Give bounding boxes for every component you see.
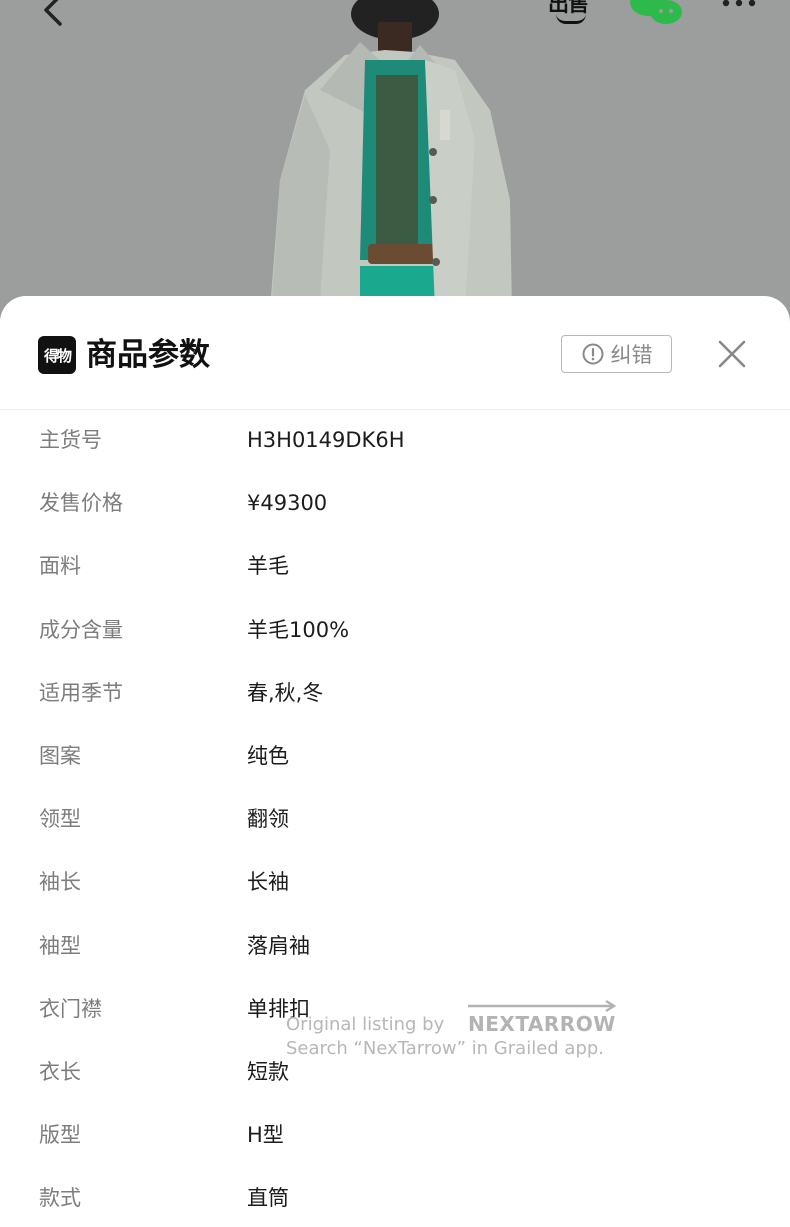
param-value: 直筒 (247, 1186, 289, 1211)
wechat-icon[interactable] (628, 0, 684, 26)
param-value: 短款 (247, 1059, 289, 1084)
param-label: 袖型 (39, 933, 81, 958)
report-error-label: 纠错 (610, 343, 653, 367)
alert-circle-icon (582, 343, 603, 365)
param-row: 主货号 H3H0149DK6H (0, 410, 790, 473)
param-value: 春,秋,冬 (247, 680, 324, 705)
brand-logo-text: 得物 (43, 346, 72, 365)
param-label: 适用季节 (39, 680, 123, 705)
param-row: 款式 直筒 (0, 1168, 790, 1227)
param-value: 单排扣 (247, 996, 310, 1021)
share-logo-icon[interactable]: 出售 (548, 0, 596, 28)
param-row: 袖长 长袖 (0, 852, 790, 915)
sheet-header: 得物 商品参数 纠错 (0, 296, 790, 410)
param-label: 款式 (39, 1186, 81, 1211)
product-photo (270, 0, 512, 310)
sheet-title: 商品参数 (86, 337, 210, 373)
param-row: 领型 翻领 (0, 789, 790, 852)
more-icon[interactable] (720, 0, 760, 12)
param-label: 衣门襟 (39, 996, 102, 1021)
back-arrow-icon[interactable] (36, 0, 76, 32)
param-row: 面料 羊毛 (0, 536, 790, 599)
param-value: 羊毛 (247, 554, 289, 579)
param-row: 版型 H型 (0, 1105, 790, 1168)
product-params-sheet: 得物 商品参数 纠错 主货号 H3H0149DK6H 发售价格 ¥49300 面… (0, 296, 790, 1227)
report-error-button[interactable]: 纠错 (561, 335, 672, 373)
param-label: 面料 (39, 554, 81, 579)
param-value: H型 (247, 1123, 284, 1148)
param-row: 图案 纯色 (0, 726, 790, 789)
share-logo-text: 出售 (548, 0, 589, 16)
param-row: 衣门襟 单排扣 (0, 979, 790, 1042)
param-value: H3H0149DK6H (247, 428, 405, 452)
params-list: 主货号 H3H0149DK6H 发售价格 ¥49300 面料 羊毛 成分含量 羊… (0, 410, 790, 1227)
param-label: 领型 (39, 807, 81, 832)
param-row: 成分含量 羊毛100% (0, 600, 790, 663)
param-label: 袖长 (39, 870, 81, 895)
param-label: 发售价格 (39, 491, 123, 516)
brand-logo: 得物 (38, 336, 76, 374)
param-value: ¥49300 (247, 491, 328, 516)
param-value: 羊毛100% (247, 617, 350, 642)
param-value: 纯色 (247, 743, 289, 768)
close-button[interactable] (716, 338, 748, 370)
smile-mark-icon (556, 14, 586, 24)
param-value: 落肩袖 (247, 933, 310, 958)
param-label: 主货号 (39, 428, 102, 452)
param-label: 成分含量 (39, 617, 123, 642)
param-value: 长袖 (247, 870, 289, 895)
param-row: 衣长 短款 (0, 1042, 790, 1105)
product-image-area: 出售 (0, 0, 790, 330)
param-row: 袖型 落肩袖 (0, 916, 790, 979)
param-row: 适用季节 春,秋,冬 (0, 663, 790, 726)
param-row: 发售价格 ¥49300 (0, 473, 790, 536)
close-icon (718, 340, 746, 368)
param-label: 图案 (39, 743, 81, 768)
param-label: 衣长 (39, 1059, 81, 1084)
param-label: 版型 (39, 1123, 81, 1148)
param-value: 翻领 (247, 807, 289, 832)
